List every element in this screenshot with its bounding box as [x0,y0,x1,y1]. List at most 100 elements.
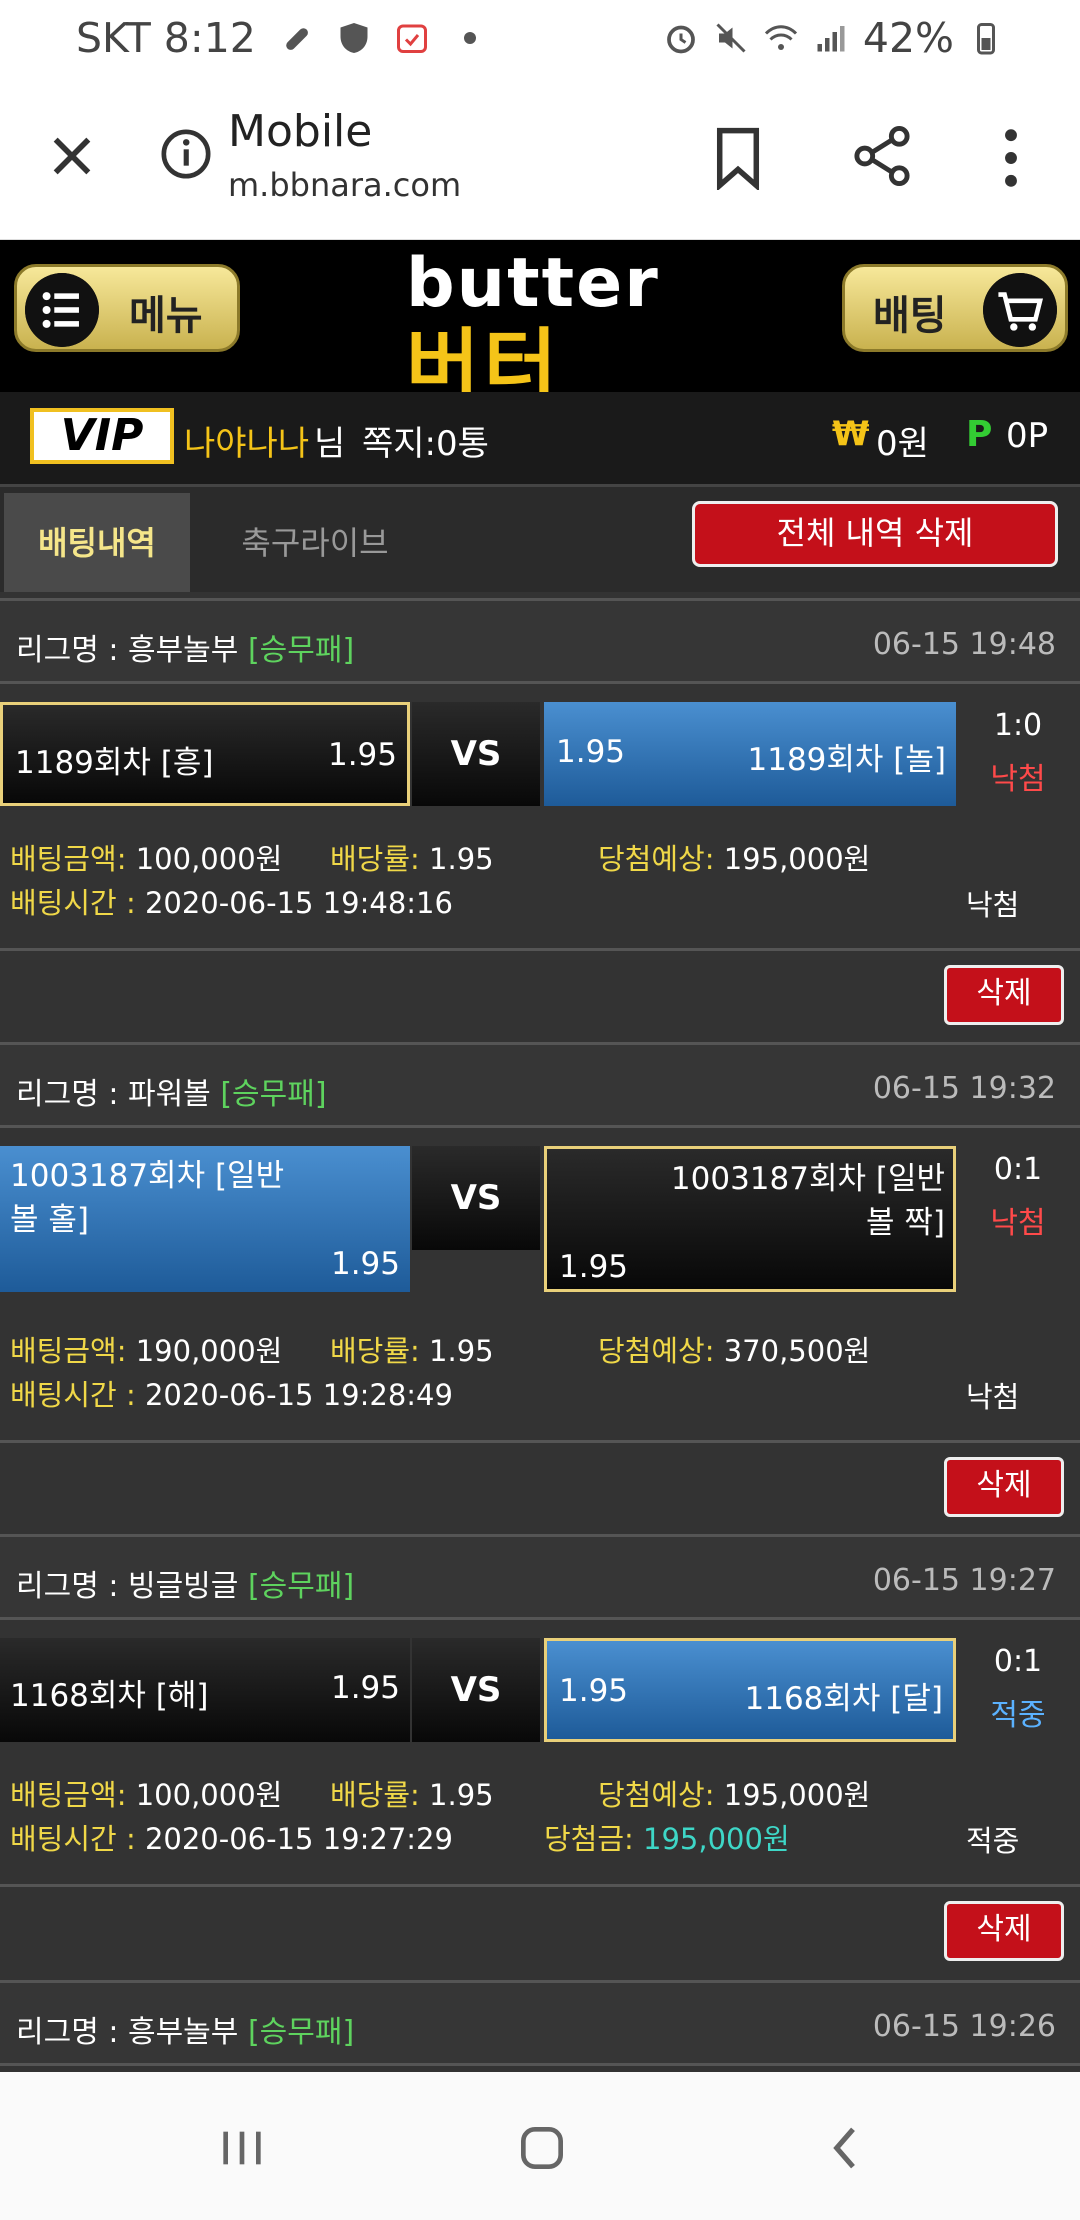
messages-link[interactable]: 쪽지:0통 [362,416,489,465]
bet-time-key: 배팅시간 : [10,886,145,920]
bet-amount-value: 190,000원 [126,1334,283,1368]
username[interactable]: 나야나나 [184,416,309,465]
league-row: 리그명 : 빙글빙글 [승무패] 06-15 19:27 [0,1534,1080,1620]
league-name: 파워볼 [127,1077,211,1112]
league-key: 리그명 : [16,633,128,668]
bookmark-icon[interactable] [710,126,766,190]
away-odds: 1.95 [559,1673,629,1709]
away-team: 1003187회차 [일반볼 짝] [670,1161,945,1241]
expected-key: 당첨예상: [598,1778,715,1812]
close-icon[interactable] [44,128,100,184]
betting-history-list: 리그명 : 흥부놀부 [승무패] 06-15 19:48 1189회차 [흥] … [0,592,1080,2072]
match-row: 1168회차 [해] 1.95 VS 1.95 1168회차 [달] [0,1638,960,1742]
tab-bar: 배팅내역 축구라이브 전체 내역 삭제 [0,484,1080,593]
expected-key: 당첨예상: [598,842,715,876]
win-amount: 당첨금: 195,000원 [544,1816,790,1858]
home-odds: 1.95 [327,737,397,773]
back-icon[interactable] [816,2120,876,2176]
menu-label: 메뉴 [129,293,203,339]
android-nav-bar [0,2072,1080,2220]
bet-amount: 배팅금액: 100,000원 [10,1772,282,1814]
bet-amount-key: 배팅금액: [10,1778,127,1812]
home-team: 1189회차 [흥] [15,745,214,781]
bet-amount: 배팅금액: 190,000원 [10,1328,282,1370]
status-bar: SKT 8:12 42% [0,0,1080,76]
away-team: 1189회차 [놀] [747,742,947,778]
bet-time-key: 배팅시간 : [10,1378,145,1412]
bet-status: 낙첨 [966,1380,1020,1414]
away-pick: 1003187회차 [일반볼 짝] 1.95 [544,1146,956,1292]
vs-label: VS [412,1146,540,1250]
vs-label: VS [412,1638,540,1742]
wifi-icon [764,25,797,50]
odds-info: 배당률: 1.95 [330,1772,494,1814]
match-row: 1189회차 [흥] 1.95 VS 1.95 1189회차 [놀] [0,702,960,806]
bet-status: 적중 [966,1824,1020,1858]
calendar-icon [396,24,427,53]
expected-win: 당첨예상: 195,000원 [598,1772,870,1814]
match-score: 0:1 [993,1152,1043,1187]
signal-icon [817,26,845,52]
share-icon[interactable] [852,124,912,188]
league-key: 리그명 : [16,2015,128,2050]
delete-row: 삭제 [0,1884,1080,1978]
user-info-bar: VIP 나야나나 님 쪽지:0통 ₩ 0원 P 0P [0,392,1080,484]
delete-all-history-button[interactable]: 전체 내역 삭제 [692,501,1058,567]
info-icon[interactable] [158,126,214,182]
home-pick: 1189회차 [흥] 1.95 [0,702,410,806]
expected-value: 195,000원 [714,1778,871,1812]
bet-type: [승무패] [247,1569,355,1604]
match-score: 0:1 [993,1644,1043,1679]
away-pick: 1.95 1189회차 [놀] [544,702,956,806]
more-options-icon[interactable] [996,126,1026,190]
tab-betting-history[interactable]: 배팅내역 [4,493,190,593]
odds-value: 1.95 [419,1334,494,1368]
odds-value: 1.95 [419,842,494,876]
menu-button[interactable]: 메뉴 [14,264,240,352]
odds-key: 배당률: [330,1334,420,1368]
delete-button[interactable]: 삭제 [944,1457,1064,1517]
delete-button[interactable]: 삭제 [944,965,1064,1025]
key-icon [286,28,308,50]
odds-key: 배당률: [330,842,420,876]
recent-apps-icon[interactable] [212,2120,272,2176]
expected-key: 당첨예상: [598,1334,715,1368]
bet-amount: 배팅금액: 100,000원 [10,836,282,878]
home-odds: 1.95 [330,1670,400,1706]
list-icon [25,273,99,347]
bet-date: 06-15 19:26 [872,2009,1056,2044]
page-url[interactable]: m.bbnara.com [228,166,461,204]
league-key: 리그명 : [16,1077,128,1112]
betting-cart-button[interactable]: 배팅 [842,264,1068,352]
delete-row: 삭제 [0,1440,1080,1532]
bet-amount-value: 100,000원 [126,1778,283,1812]
away-team: 1168회차 [달] [744,1681,944,1717]
dot-icon [463,32,476,44]
odds-info: 배당률: 1.95 [330,1328,494,1370]
points-balance: 0P [1006,416,1049,456]
home-pick: 1168회차 [해] 1.95 [0,1638,410,1742]
expected-value: 195,000원 [714,842,871,876]
match-result: 낙첨 [990,1206,1046,1241]
bet-date: 06-15 19:27 [872,1563,1056,1598]
bet-type: [승무패] [220,1077,327,1112]
league-name: 흥부놀부 [127,633,239,668]
delete-row: 삭제 [0,948,1080,1038]
tab-soccer-live[interactable]: 축구라이브 [200,493,430,593]
bet-amount-key: 배팅금액: [10,842,127,876]
cart-icon [983,273,1057,347]
alarm-icon [666,25,695,54]
bet-time: 배팅시간 : 2020-06-15 19:27:29 [10,1816,453,1858]
away-odds: 1.95 [556,734,626,770]
bet-type: [승무패] [247,633,355,668]
bet-time-key: 배팅시간 : [10,1822,145,1856]
odds-value: 1.95 [419,1778,494,1812]
expected-win: 당첨예상: 195,000원 [598,836,870,878]
delete-button[interactable]: 삭제 [944,1901,1064,1961]
home-team: 1003187회차 [일반볼 홀] [10,1158,285,1238]
carrier-time: SKT 8:12 [76,14,256,62]
league-name: 빙글빙글 [127,1569,239,1604]
home-icon[interactable] [512,2120,572,2176]
battery-percent: 42% [862,14,954,62]
league-row: 리그명 : 파워볼 [승무패] 06-15 19:32 [0,1042,1080,1128]
